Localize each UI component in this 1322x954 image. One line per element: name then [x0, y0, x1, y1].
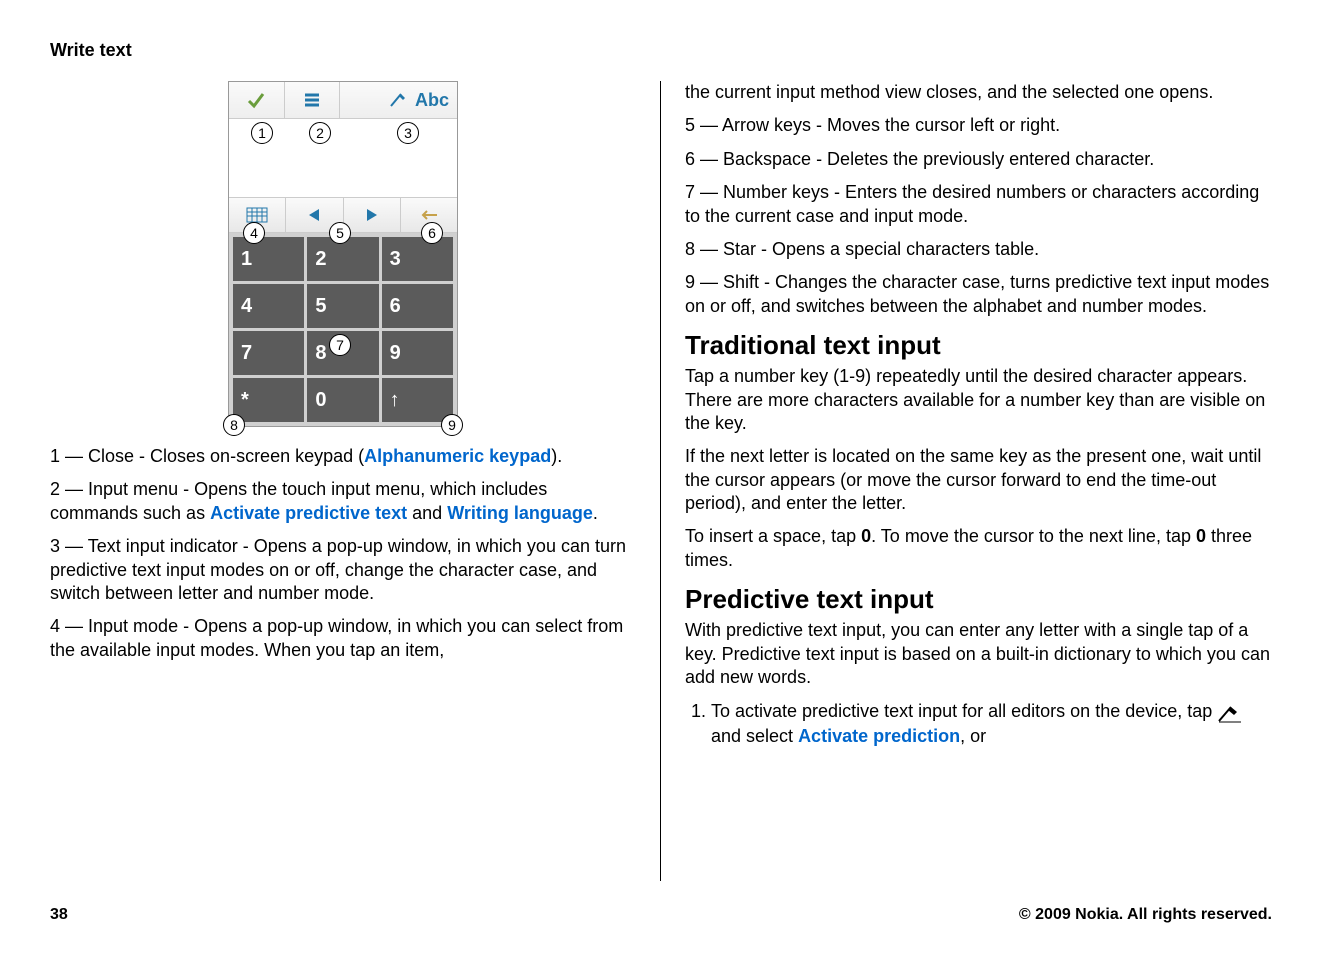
callout-3: 3 [397, 122, 419, 144]
keypad-illustration-wrap: Abc [50, 81, 636, 427]
keypad-menu-cell [285, 82, 341, 118]
predictive-step-1: To activate predictive text input for al… [711, 699, 1272, 748]
legend-item-9: 9 — Shift - Changes the character case, … [685, 271, 1272, 318]
text: and select [711, 726, 798, 746]
callout-8: 8 [223, 414, 245, 436]
text: 1 — Close - Closes on-screen keypad ( [50, 446, 364, 466]
key-1: 1 [233, 237, 304, 281]
copyright-text: © 2009 Nokia. All rights reserved. [1019, 906, 1272, 924]
keypad-close-cell [229, 82, 285, 118]
arrow-left-icon [307, 207, 321, 223]
legend-item-4-continued: the current input method view closes, an… [685, 81, 1272, 104]
page-footer: 38 © 2009 Nokia. All rights reserved. [50, 906, 1272, 924]
link-alphanumeric-keypad[interactable]: Alphanumeric keypad [364, 446, 551, 466]
legend-item-5: 5 — Arrow keys - Moves the cursor left o… [685, 114, 1272, 137]
heading-traditional-text-input: Traditional text input [685, 330, 1272, 361]
text: , or [960, 726, 986, 746]
predictive-paragraph-1: With predictive text input, you can ente… [685, 619, 1272, 689]
callout-6: 6 [421, 222, 443, 244]
callout-7: 7 [329, 334, 351, 356]
legend-item-1: 1 — Close - Closes on-screen keypad (Alp… [50, 445, 636, 468]
link-writing-language[interactable]: Writing language [447, 503, 593, 523]
legend-item-6: 6 — Backspace - Deletes the previously e… [685, 148, 1272, 171]
backspace-icon [419, 209, 439, 221]
link-activate-prediction[interactable]: Activate prediction [798, 726, 960, 746]
link-activate-predictive-text[interactable]: Activate predictive text [210, 503, 407, 523]
text: and [407, 503, 447, 523]
left-column: Abc [50, 81, 661, 881]
text: . [593, 503, 598, 523]
callout-2: 2 [309, 122, 331, 144]
text: To activate predictive text input for al… [711, 701, 1217, 721]
callout-4: 4 [243, 222, 265, 244]
key-ref-0a: 0 [861, 526, 871, 546]
check-icon [246, 90, 266, 110]
right-column: the current input method view closes, an… [661, 81, 1272, 881]
callout-5: 5 [329, 222, 351, 244]
key-shift: ↑ [382, 378, 453, 422]
key-6: 6 [382, 284, 453, 328]
key-9: 9 [382, 331, 453, 375]
page-number: 38 [50, 906, 68, 924]
key-4: 4 [233, 284, 304, 328]
pencil-underline-icon [1217, 703, 1245, 723]
text: To insert a space, tap [685, 526, 861, 546]
two-column-layout: Abc [50, 81, 1272, 881]
key-3: 3 [382, 237, 453, 281]
keypad-top-row: Abc [229, 82, 457, 119]
pencil-line-icon [389, 91, 411, 109]
keypad-arrow-right [344, 198, 401, 232]
keypad-illustration: Abc [228, 81, 458, 427]
menu-icon [302, 90, 322, 110]
keyboard-grid-icon [246, 207, 268, 223]
text: ). [551, 446, 562, 466]
traditional-paragraph-1: Tap a number key (1-9) repeatedly until … [685, 365, 1272, 435]
legend-item-2: 2 — Input menu - Opens the touch input m… [50, 478, 636, 525]
key-5: 5 [307, 284, 378, 328]
section-header: Write text [50, 40, 1272, 61]
key-2: 2 [307, 237, 378, 281]
predictive-steps-list: To activate predictive text input for al… [685, 699, 1272, 748]
key-star: * [233, 378, 304, 422]
traditional-paragraph-2: If the next letter is located on the sam… [685, 445, 1272, 515]
key-ref-0b: 0 [1196, 526, 1206, 546]
key-0: 0 [307, 378, 378, 422]
legend-item-8: 8 — Star - Opens a special characters ta… [685, 238, 1272, 261]
legend-item-3: 3 — Text input indicator - Opens a pop-u… [50, 535, 636, 605]
keypad-indicator-cell: Abc [340, 82, 457, 118]
key-7: 7 [233, 331, 304, 375]
callout-9: 9 [441, 414, 463, 436]
legend-item-4: 4 — Input mode - Opens a pop-up window, … [50, 615, 636, 662]
traditional-paragraph-3: To insert a space, tap 0. To move the cu… [685, 525, 1272, 572]
text: . To move the cursor to the next line, t… [871, 526, 1196, 546]
heading-predictive-text-input: Predictive text input [685, 584, 1272, 615]
abc-indicator: Abc [415, 90, 449, 111]
callout-1: 1 [251, 122, 273, 144]
legend-item-7: 7 — Number keys - Enters the desired num… [685, 181, 1272, 228]
arrow-right-icon [365, 207, 379, 223]
keypad-number-grid: 1 2 3 4 5 6 7 8 9 * 0 ↑ [229, 233, 457, 426]
